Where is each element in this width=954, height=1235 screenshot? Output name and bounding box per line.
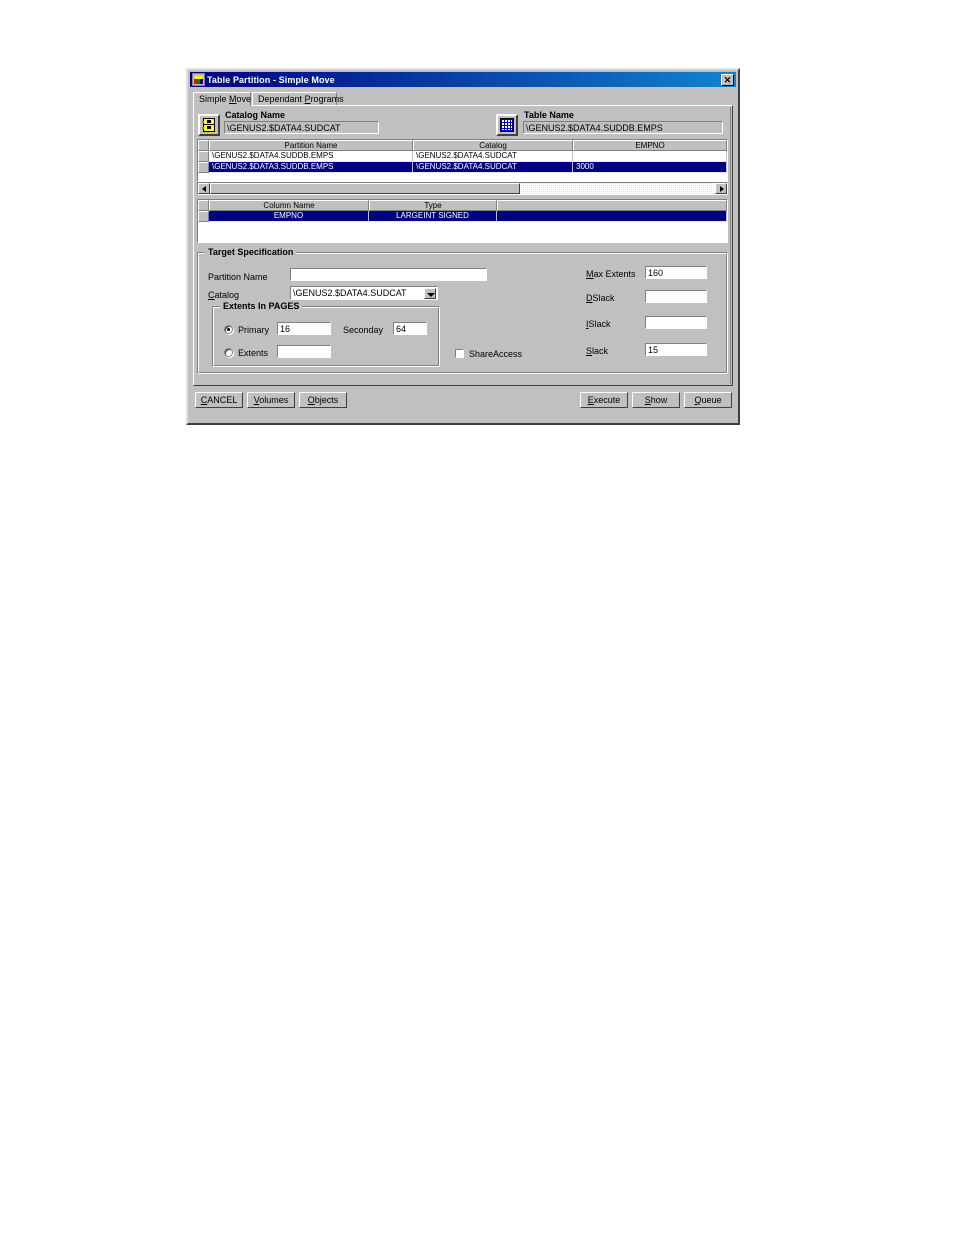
target-partition-name-input[interactable] xyxy=(290,268,487,281)
column-row-0-blank xyxy=(497,211,727,222)
cancel-button[interactable]: CANCEL xyxy=(195,392,243,408)
slack-label: Slack xyxy=(586,346,609,356)
slack-input[interactable]: 15 xyxy=(645,343,707,356)
table-partition-dialog: Table Partition - Simple Move ✕ Simple M… xyxy=(186,68,740,425)
max-extents-label: Max Extents xyxy=(586,269,636,279)
extents-in-pages-group: Extents In PAGES Primary 16 Seconday 64 … xyxy=(212,302,440,367)
partition-grid-hscrollbar[interactable] xyxy=(197,182,728,195)
tab-simple-move[interactable]: Simple Move xyxy=(193,92,251,106)
partition-row-1-catalog: \GENUS2.$DATA4.SUDCAT xyxy=(413,162,573,173)
primary-label: Primary xyxy=(238,325,269,335)
tab-simple-move-acc: M xyxy=(229,94,237,104)
column-grid[interactable]: Column Name Type EMPNO LARGEINT SIGNED xyxy=(197,199,728,243)
tab-panel-simple-move: Catalog Name \GENUS2.$DATA4.SUDCAT Table… xyxy=(193,105,733,386)
table-name-label: Table Name xyxy=(524,110,574,120)
execute-button[interactable]: Execute xyxy=(580,392,628,408)
target-catalog-combobox[interactable]: \GENUS2.$DATA4.SUDCAT xyxy=(290,286,438,300)
primary-input[interactable]: 16 xyxy=(277,322,331,335)
close-glyph: ✕ xyxy=(723,74,732,85)
column-grid-header-column-name[interactable]: Column Name xyxy=(209,200,369,211)
target-catalog-label: Catalog xyxy=(208,290,240,300)
partition-grid-header-partition-name[interactable]: Partition Name xyxy=(209,140,413,151)
extents-label: Extents xyxy=(238,348,269,358)
secondary-input[interactable]: 64 xyxy=(393,322,427,335)
catalog-database-glyph xyxy=(202,118,215,132)
queue-button[interactable]: Queue xyxy=(684,392,732,408)
screenshot-page: Table Partition - Simple Move ✕ Simple M… xyxy=(0,0,954,1235)
table-row[interactable]: \GENUS2.$DATA3.SUDDB.EMPS \GENUS2.$DATA4… xyxy=(198,162,727,173)
partition-grid-header: Partition Name Catalog EMPNO xyxy=(198,140,727,151)
primary-radio[interactable] xyxy=(224,325,233,334)
scroll-right-icon[interactable] xyxy=(715,183,727,194)
column-row-0-selector[interactable] xyxy=(198,211,209,222)
app-icon xyxy=(192,73,205,86)
target-partition-name-label: Partition Name xyxy=(208,272,268,282)
close-icon[interactable]: ✕ xyxy=(721,73,734,86)
chevron-down-icon[interactable] xyxy=(424,288,436,299)
table-row[interactable]: EMPNO LARGEINT SIGNED xyxy=(198,211,727,222)
partition-row-0-catalog: \GENUS2.$DATA4.SUDCAT xyxy=(413,151,573,162)
share-access-label: ShareAccess xyxy=(469,349,523,359)
partition-row-1-partition-name: \GENUS2.$DATA3.SUDDB.EMPS xyxy=(209,162,413,173)
extents-input[interactable] xyxy=(277,345,331,358)
partition-grid[interactable]: Partition Name Catalog EMPNO \GENUS2.$DA… xyxy=(197,139,728,182)
column-grid-header-type[interactable]: Type xyxy=(369,200,497,211)
volumes-button[interactable]: Volumes xyxy=(247,392,295,408)
scroll-left-icon[interactable] xyxy=(198,183,210,194)
catalog-name-label: Catalog Name xyxy=(225,110,286,120)
extents-radio[interactable] xyxy=(224,348,233,357)
target-specification-title: Target Specification xyxy=(205,248,297,257)
secondary-label: Seconday xyxy=(343,325,384,335)
tab-simple-move-pre: Simple xyxy=(199,94,230,104)
table-name-input[interactable]: \GENUS2.$DATA4.SUDDB.EMPS xyxy=(523,121,723,134)
table-grid-glyph xyxy=(500,118,514,132)
column-grid-header-blank[interactable] xyxy=(497,200,727,211)
partition-grid-corner xyxy=(198,140,209,151)
islack-input[interactable] xyxy=(645,316,707,329)
partition-row-0-partition-name: \GENUS2.$DATA4.SUDDB.EMPS xyxy=(209,151,413,162)
column-row-0-column-name: EMPNO xyxy=(209,211,369,222)
table-row[interactable]: \GENUS2.$DATA4.SUDDB.EMPS \GENUS2.$DATA4… xyxy=(198,151,727,162)
title-bar: Table Partition - Simple Move ✕ xyxy=(190,72,736,87)
partition-grid-header-catalog[interactable]: Catalog xyxy=(413,140,573,151)
target-specification-group: Target Specification Partition Name Cata… xyxy=(197,248,728,374)
column-grid-corner xyxy=(198,200,209,211)
share-access-checkbox[interactable] xyxy=(455,349,464,358)
dslack-label: DSlack xyxy=(586,293,615,303)
objects-button[interactable]: Objects xyxy=(299,392,347,408)
table-grid-icon[interactable] xyxy=(496,114,518,136)
islack-label: ISlack xyxy=(586,319,611,329)
tab-dependant-programs[interactable]: Dependant Programs xyxy=(252,92,344,106)
partition-row-0-selector[interactable] xyxy=(198,151,209,162)
dslack-input[interactable] xyxy=(645,290,707,303)
window-title: Table Partition - Simple Move xyxy=(207,74,335,85)
tab-strip: Simple Move Dependant Programs xyxy=(193,92,733,106)
max-extents-input[interactable]: 160 xyxy=(645,266,707,279)
catalog-database-icon[interactable] xyxy=(198,114,220,136)
target-catalog-value: \GENUS2.$DATA4.SUDCAT xyxy=(293,288,407,298)
partition-row-1-selector[interactable] xyxy=(198,162,209,173)
column-grid-header: Column Name Type xyxy=(198,200,727,211)
partition-row-1-empno: 3000 xyxy=(573,162,727,173)
partition-grid-header-empno[interactable]: EMPNO xyxy=(573,140,727,151)
extents-in-pages-title: Extents In PAGES xyxy=(220,302,303,311)
column-row-0-type: LARGEINT SIGNED xyxy=(369,211,497,222)
partition-row-0-empno xyxy=(573,151,727,162)
tab-dependant-programs-post: rograms xyxy=(310,94,344,104)
catalog-name-input[interactable]: \GENUS2.$DATA4.SUDCAT xyxy=(224,121,379,134)
tab-simple-move-post: ove xyxy=(236,94,252,104)
tab-dependant-programs-pre: Dependant xyxy=(258,94,305,104)
hscrollbar-thumb[interactable] xyxy=(210,183,520,194)
show-button[interactable]: Show xyxy=(632,392,680,408)
